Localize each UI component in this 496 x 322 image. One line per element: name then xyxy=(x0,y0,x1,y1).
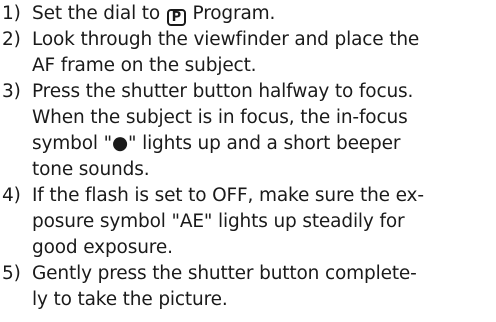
step-text: If the flash is set to OFF, make sure th… xyxy=(32,185,424,258)
step-2: 2) Look through the viewfinder and place… xyxy=(2,27,494,79)
step-number: 2) xyxy=(2,29,21,50)
step-number: 5) xyxy=(2,263,21,284)
program-mode-icon: P xyxy=(166,9,186,26)
step-1: 1) Set the dial to P Program. xyxy=(2,1,494,27)
step-text: Set the dial to P Program. xyxy=(32,1,494,27)
step-number: 3) xyxy=(2,81,21,102)
step-4: 4) If the flash is set to OFF, make sure… xyxy=(2,183,494,261)
step-text-after-icon: Program. xyxy=(186,3,276,24)
step-number: 1) xyxy=(2,3,21,24)
step-text: Gently press the shutter button complete… xyxy=(32,263,417,310)
step-5: 5) Gently press the shutter button compl… xyxy=(2,261,494,313)
step-text: Press the shutter button halfway to focu… xyxy=(32,81,414,180)
step-text-before-icon: Set the dial to xyxy=(32,3,166,24)
instruction-list: 1) Set the dial to P Program. 2) Look th… xyxy=(2,1,494,313)
step-number: 4) xyxy=(2,185,21,206)
step-text: Look through the viewfinder and place th… xyxy=(32,29,420,76)
step-3: 3) Press the shutter button halfway to f… xyxy=(2,79,494,183)
